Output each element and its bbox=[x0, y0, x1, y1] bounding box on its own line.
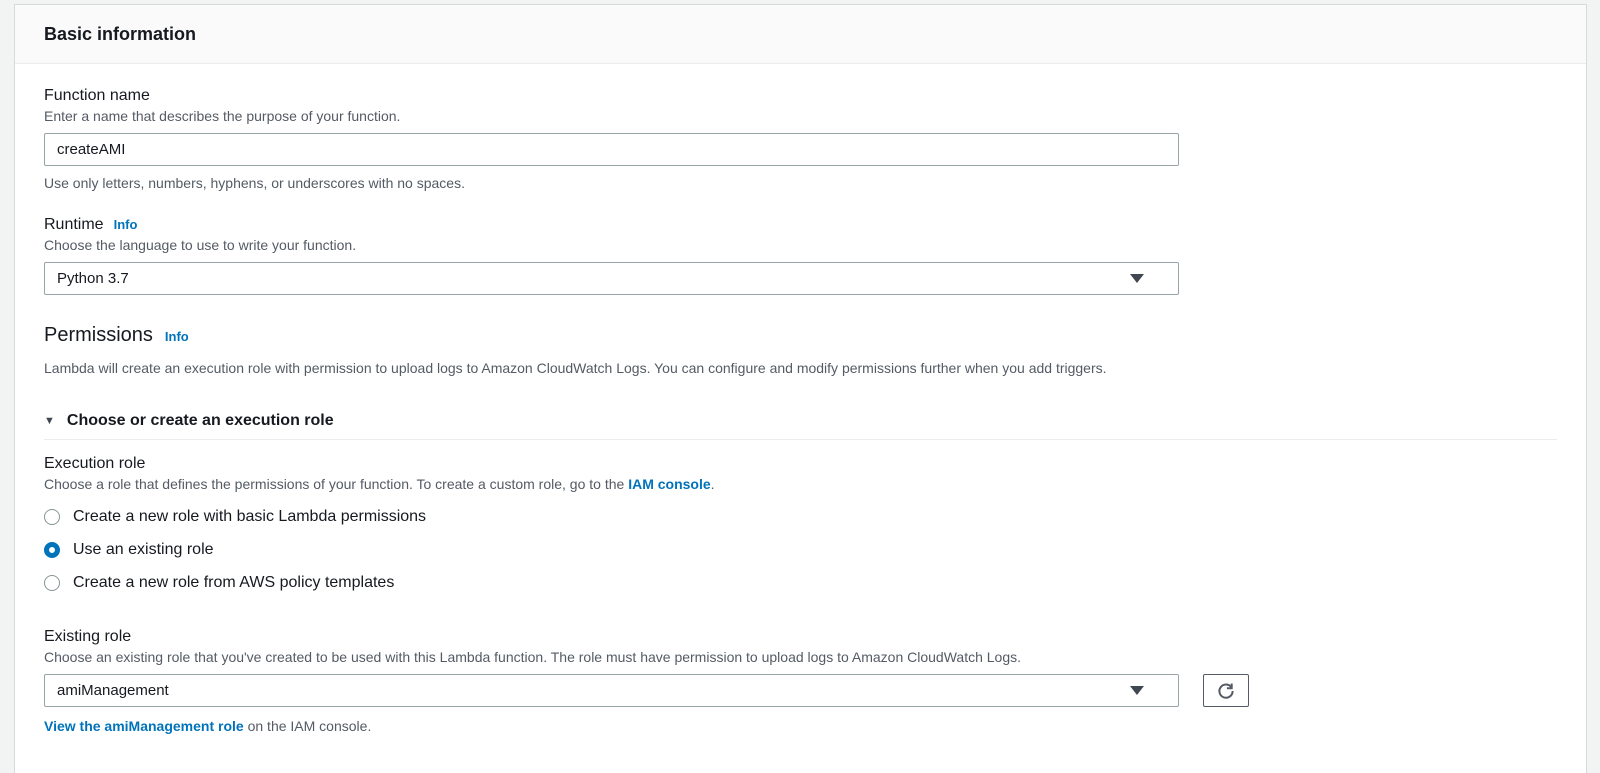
radio-option-label: Create a new role with basic Lambda perm… bbox=[73, 508, 427, 525]
runtime-description: Choose the language to use to write your… bbox=[44, 237, 357, 253]
radio-option-label: Create a new role from AWS policy templa… bbox=[73, 574, 395, 591]
execution-role-radio-group: Create a new role with basic Lambda perm… bbox=[44, 503, 1557, 597]
execution-role-expander: ▼ Choose or create an execution role bbox=[44, 412, 1557, 440]
refresh-roles-button[interactable] bbox=[1203, 674, 1249, 707]
permissions-title: Permissions bbox=[44, 324, 153, 346]
radio-unselected-icon[interactable] bbox=[44, 575, 60, 591]
caret-down-icon bbox=[1130, 686, 1144, 695]
refresh-icon bbox=[1218, 683, 1234, 699]
execution-role-description-text: Choose a role that defines the permissio… bbox=[44, 476, 629, 492]
function-name-field: Function name Enter a name that describe… bbox=[44, 87, 1557, 191]
panel-body: Function name Enter a name that describe… bbox=[15, 64, 1586, 773]
expander-divider bbox=[44, 439, 1557, 440]
runtime-label: Runtime bbox=[44, 216, 104, 233]
radio-option-new-role-basic[interactable]: Create a new role with basic Lambda perm… bbox=[44, 503, 1557, 531]
function-name-input[interactable] bbox=[44, 133, 1179, 166]
execution-role-field: Execution role Choose a role that define… bbox=[44, 455, 1557, 597]
existing-role-field: Existing role Choose an existing role th… bbox=[44, 628, 1557, 734]
execution-role-expander-header[interactable]: ▼ Choose or create an execution role bbox=[44, 412, 1557, 430]
existing-role-label: Existing role bbox=[44, 628, 132, 645]
iam-console-link[interactable]: IAM console bbox=[628, 476, 710, 492]
expander-caret-icon: ▼ bbox=[44, 415, 55, 427]
radio-option-label: Use an existing role bbox=[73, 541, 214, 558]
permissions-section-header: Permissions Info bbox=[44, 324, 1557, 347]
runtime-selected-value: Python 3.7 bbox=[57, 270, 129, 287]
basic-information-panel: Basic information Function name Enter a … bbox=[14, 4, 1587, 773]
view-role-link[interactable]: View the amiManagement role bbox=[44, 718, 244, 734]
expander-title: Choose or create an execution role bbox=[66, 412, 334, 429]
existing-role-selected-value: amiManagement bbox=[57, 682, 169, 699]
existing-role-description: Choose an existing role that you've crea… bbox=[44, 649, 1022, 665]
panel-header: Basic information bbox=[15, 5, 1586, 64]
radio-option-new-role-templates[interactable]: Create a new role from AWS policy templa… bbox=[44, 569, 1557, 597]
runtime-field: Runtime Info Choose the language to use … bbox=[44, 216, 1557, 295]
function-name-constraint: Use only letters, numbers, hyphens, or u… bbox=[44, 175, 465, 191]
panel-title: Basic information bbox=[44, 24, 197, 44]
existing-role-select[interactable]: amiManagement bbox=[44, 674, 1179, 707]
radio-selected-icon[interactable] bbox=[44, 542, 60, 558]
caret-down-icon bbox=[1130, 274, 1144, 283]
function-name-label: Function name bbox=[44, 87, 150, 104]
execution-role-description-period: . bbox=[710, 476, 715, 492]
permissions-description: Lambda will create an execution role wit… bbox=[44, 360, 1107, 376]
runtime-info-link[interactable]: Info bbox=[114, 217, 138, 232]
permissions-info-link[interactable]: Info bbox=[165, 329, 189, 344]
execution-role-description: Choose a role that defines the permissio… bbox=[44, 476, 1557, 492]
radio-unselected-icon[interactable] bbox=[44, 509, 60, 525]
runtime-select[interactable]: Python 3.7 bbox=[44, 262, 1179, 295]
execution-role-label: Execution role bbox=[44, 455, 146, 472]
view-role-suffix: on the IAM console. bbox=[243, 718, 372, 734]
radio-option-use-existing-role[interactable]: Use an existing role bbox=[44, 536, 1557, 564]
view-role-line: View the amiManagement role on the IAM c… bbox=[44, 718, 1557, 734]
function-name-description: Enter a name that describes the purpose … bbox=[44, 108, 401, 124]
